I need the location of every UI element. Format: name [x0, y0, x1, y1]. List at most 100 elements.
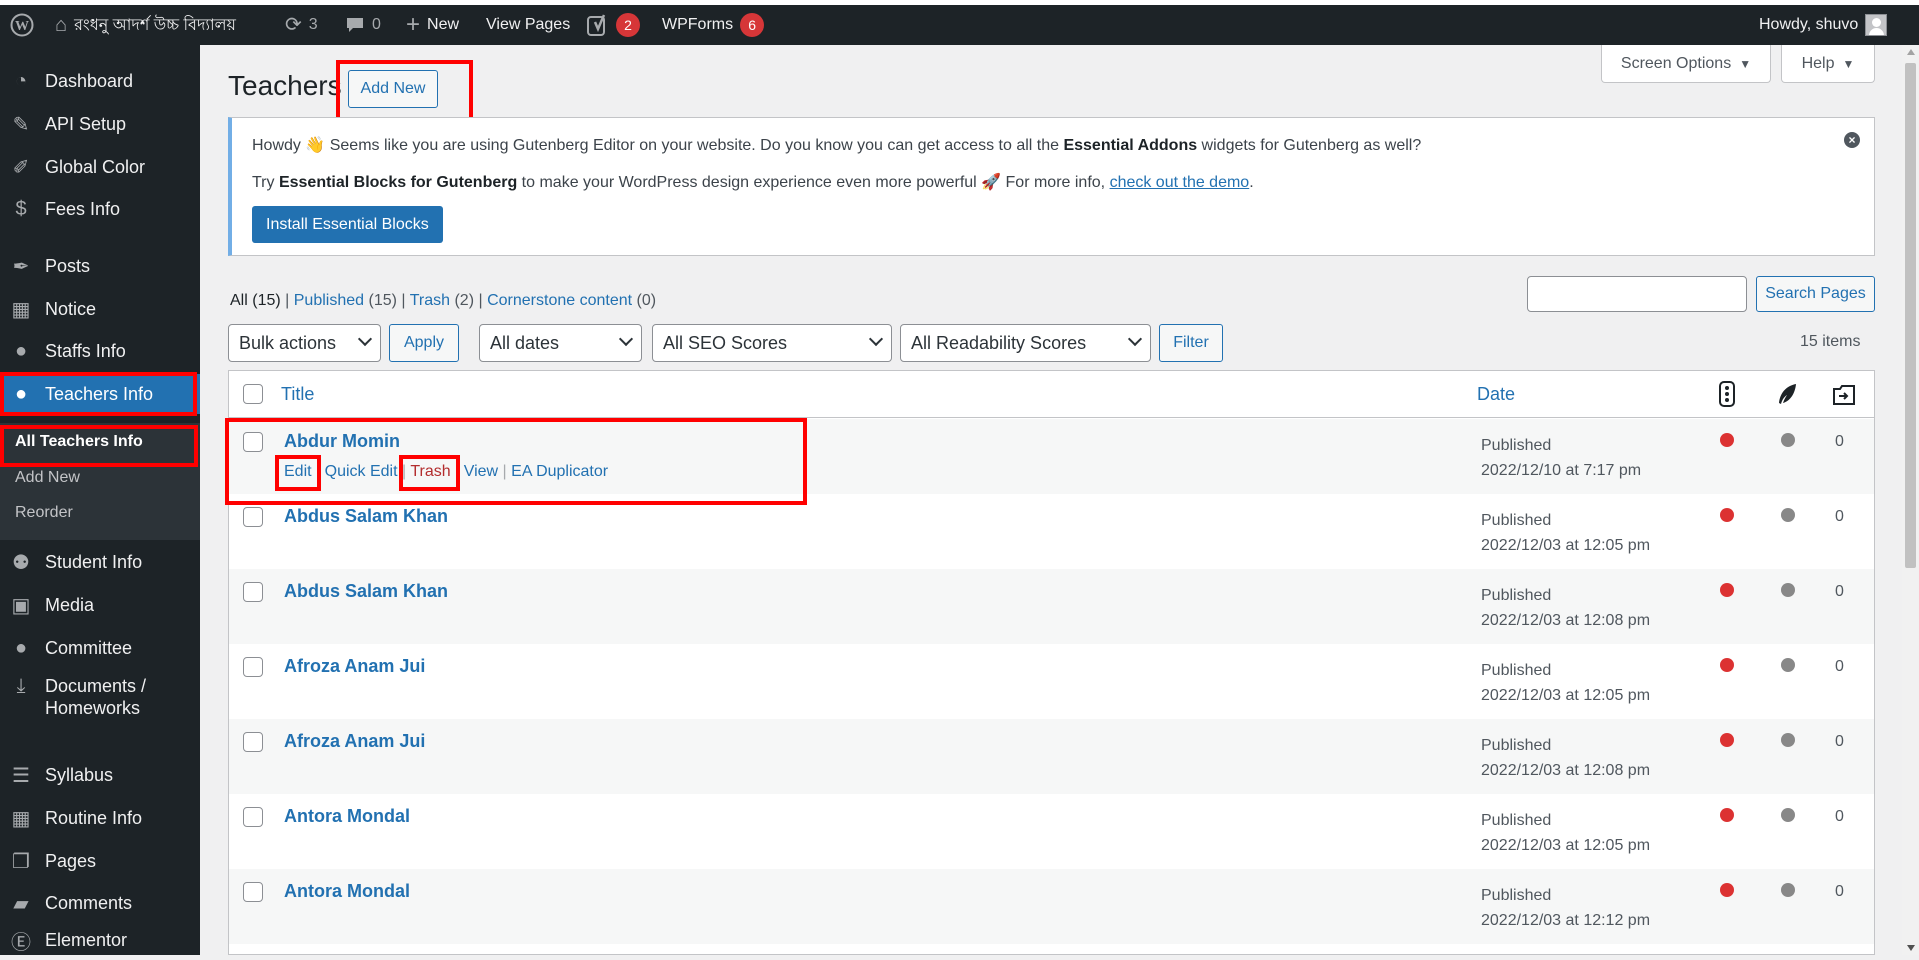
submenu-all-teachers-info[interactable]: All Teachers Info — [15, 433, 143, 451]
column-date-header[interactable]: Date — [1477, 384, 1515, 405]
row-checkbox[interactable] — [243, 657, 263, 677]
screen-options-button[interactable]: Screen Options ▼ — [1601, 45, 1771, 83]
view-all-link[interactable]: All (15) — [230, 292, 281, 309]
seo-score-select[interactable]: All SEO Scores — [652, 324, 892, 362]
sidebar-item-media[interactable]: ▣ Media — [0, 585, 200, 625]
views-separator: | — [478, 292, 488, 309]
ea-duplicator-link[interactable]: EA Duplicator — [511, 463, 608, 480]
check-out-demo-link[interactable]: check out the demo — [1110, 174, 1250, 191]
row-checkbox[interactable] — [243, 882, 263, 902]
updates-link[interactable]: ⟳ 3 — [285, 5, 318, 45]
avatar — [1865, 14, 1888, 36]
row-title-link[interactable]: Afroza Anam Jui — [284, 731, 425, 752]
submenu-add-new[interactable]: Add New — [15, 469, 80, 487]
select-all-checkbox[interactable] — [243, 384, 263, 404]
dates-filter-select[interactable]: All dates — [479, 324, 642, 362]
sidebar-item-label: Staffs Info — [45, 340, 126, 361]
sidebar-item-label: Notice — [45, 298, 97, 319]
filter-button[interactable]: Filter — [1159, 324, 1223, 362]
notice-line-2: Try Essential Blocks for Gutenberg to ma… — [252, 172, 1254, 192]
row-checkbox[interactable] — [243, 732, 263, 752]
my-account-menu[interactable]: Howdy, shuvo — [1759, 5, 1888, 45]
view-trash-link[interactable]: Trash (2) — [410, 292, 474, 309]
sidebar-item-label: Teachers Info — [45, 383, 154, 404]
comments-link[interactable]: 0 — [345, 5, 381, 45]
row-title-link[interactable]: Afroza Anam Jui — [284, 656, 425, 677]
trash-link[interactable]: Trash — [410, 463, 450, 480]
sidebar-item-routine-info[interactable]: ▦ Routine Info — [0, 798, 200, 838]
bulk-actions-select[interactable]: Bulk actions — [228, 324, 381, 362]
column-title-header[interactable]: Title — [281, 384, 314, 405]
sidebar-item-label: Global Color — [45, 156, 146, 177]
sidebar-item-pages[interactable]: ❐ Pages — [0, 841, 200, 881]
updates-icon: ⟳ — [285, 14, 302, 36]
sidebar-item-notice[interactable]: ▦ Notice — [0, 289, 200, 329]
row-link-count: 0 — [1835, 808, 1844, 825]
row-title-link[interactable]: Abdus Salam Khan — [284, 581, 448, 602]
row-checkbox[interactable] — [243, 807, 263, 827]
page-scrollbar[interactable] — [1902, 45, 1919, 955]
sidebar-item-staffs-info[interactable]: ● Staffs Info — [0, 331, 200, 371]
sidebar-item-teachers-info[interactable]: ● Teachers Info — [0, 374, 200, 414]
sidebar-item-fees-info[interactable]: $ Fees Info — [0, 189, 200, 229]
view-pages-link[interactable]: View Pages — [486, 5, 570, 45]
view-cornerstone-count: (0) — [636, 292, 657, 309]
scrollbar-thumb[interactable] — [1905, 63, 1916, 568]
row-checkbox[interactable] — [243, 432, 263, 452]
notice-text: to make your WordPress design experience… — [517, 174, 1110, 191]
row-date-value: 2022/12/03 at 12:08 pm — [1481, 762, 1651, 779]
row-status: Published — [1481, 887, 1552, 904]
row-title-link[interactable]: Antora Mondal — [284, 881, 410, 902]
scroll-up-arrow-icon[interactable] — [1907, 49, 1915, 55]
wpforms-menu[interactable]: WPForms 6 — [662, 5, 765, 45]
sidebar-item-global-color[interactable]: ✐ Global Color — [0, 147, 200, 187]
apply-button[interactable]: Apply — [389, 324, 459, 362]
sidebar-item-posts[interactable]: ✒ Posts — [0, 246, 200, 286]
view-all-count: (15) — [252, 292, 281, 309]
readability-score-select[interactable]: All Readability Scores — [900, 324, 1151, 362]
pages-icon: ❐ — [12, 850, 30, 873]
row-status: Published — [1481, 737, 1552, 754]
search-input[interactable] — [1527, 276, 1747, 312]
new-content-link[interactable]: + New — [406, 5, 459, 45]
updates-count: 3 — [308, 16, 318, 33]
seo-score-dot — [1720, 658, 1734, 672]
row-checkbox[interactable] — [243, 582, 263, 602]
help-button[interactable]: Help ▼ — [1781, 45, 1875, 83]
row-title-link[interactable]: Antora Mondal — [284, 806, 410, 827]
view-cornerstone-label: Cornerstone content — [487, 292, 633, 309]
submenu-reorder[interactable]: Reorder — [15, 504, 73, 522]
quick-edit-link[interactable]: Quick Edit — [325, 463, 398, 480]
sidebar-item-comments[interactable]: ▰ Comments — [0, 883, 200, 923]
wordpress-logo-button[interactable]: W — [10, 5, 34, 45]
sidebar-item-dashboard[interactable]: ◔ Dashboard — [0, 61, 200, 101]
dismiss-notice-icon[interactable]: × — [1844, 132, 1860, 148]
sidebar-item-student-info[interactable]: ⚉ Student Info — [0, 542, 200, 582]
view-link[interactable]: View — [464, 463, 498, 480]
sidebar-item-elementor[interactable]: Ⓔ Elementor — [0, 920, 200, 960]
wordpress-icon: W — [10, 13, 34, 37]
edit-link[interactable]: Edit — [284, 463, 312, 480]
view-published-link[interactable]: Published (15) — [294, 292, 397, 309]
row-title-link[interactable]: Abdus Salam Khan — [284, 506, 448, 527]
new-label: New — [427, 16, 460, 33]
scroll-down-arrow-icon[interactable] — [1907, 945, 1915, 951]
site-name-link[interactable]: ⌂ রংধনু আদর্শ উচ্চ বিদ্যালয় — [55, 5, 236, 45]
groups-icon: ⚉ — [12, 551, 30, 574]
search-pages-button[interactable]: Search Pages — [1756, 276, 1875, 312]
view-cornerstone-link[interactable]: Cornerstone content (0) — [487, 292, 656, 309]
sidebar-item-api-setup[interactable]: ✎ API Setup — [0, 104, 200, 144]
row-checkbox[interactable] — [243, 507, 263, 527]
install-essential-blocks-button[interactable]: Install Essential Blocks — [252, 206, 443, 243]
notice-text: Howdy 👋 Seems like you are using Gutenbe… — [252, 137, 1064, 154]
teachers-table: Title Date Abdur Momin Edit | Quick Edit… — [228, 370, 1875, 955]
sidebar-item-documents-homeworks[interactable]: ⤓ Documents / Homeworks — [0, 675, 200, 727]
sidebar-item-committee[interactable]: ● Committee — [0, 628, 200, 668]
sidebar-item-syllabus[interactable]: ☰ Syllabus — [0, 755, 200, 795]
add-new-button[interactable]: Add New — [348, 70, 438, 108]
row-title-link[interactable]: Abdur Momin — [284, 431, 400, 452]
table-row: Antora Mondal Published 2022/12/03 at 12:… — [229, 869, 1874, 944]
yoast-menu[interactable]: 2 — [587, 5, 640, 45]
views-separator: | — [401, 292, 410, 309]
row-link-count: 0 — [1835, 433, 1844, 450]
